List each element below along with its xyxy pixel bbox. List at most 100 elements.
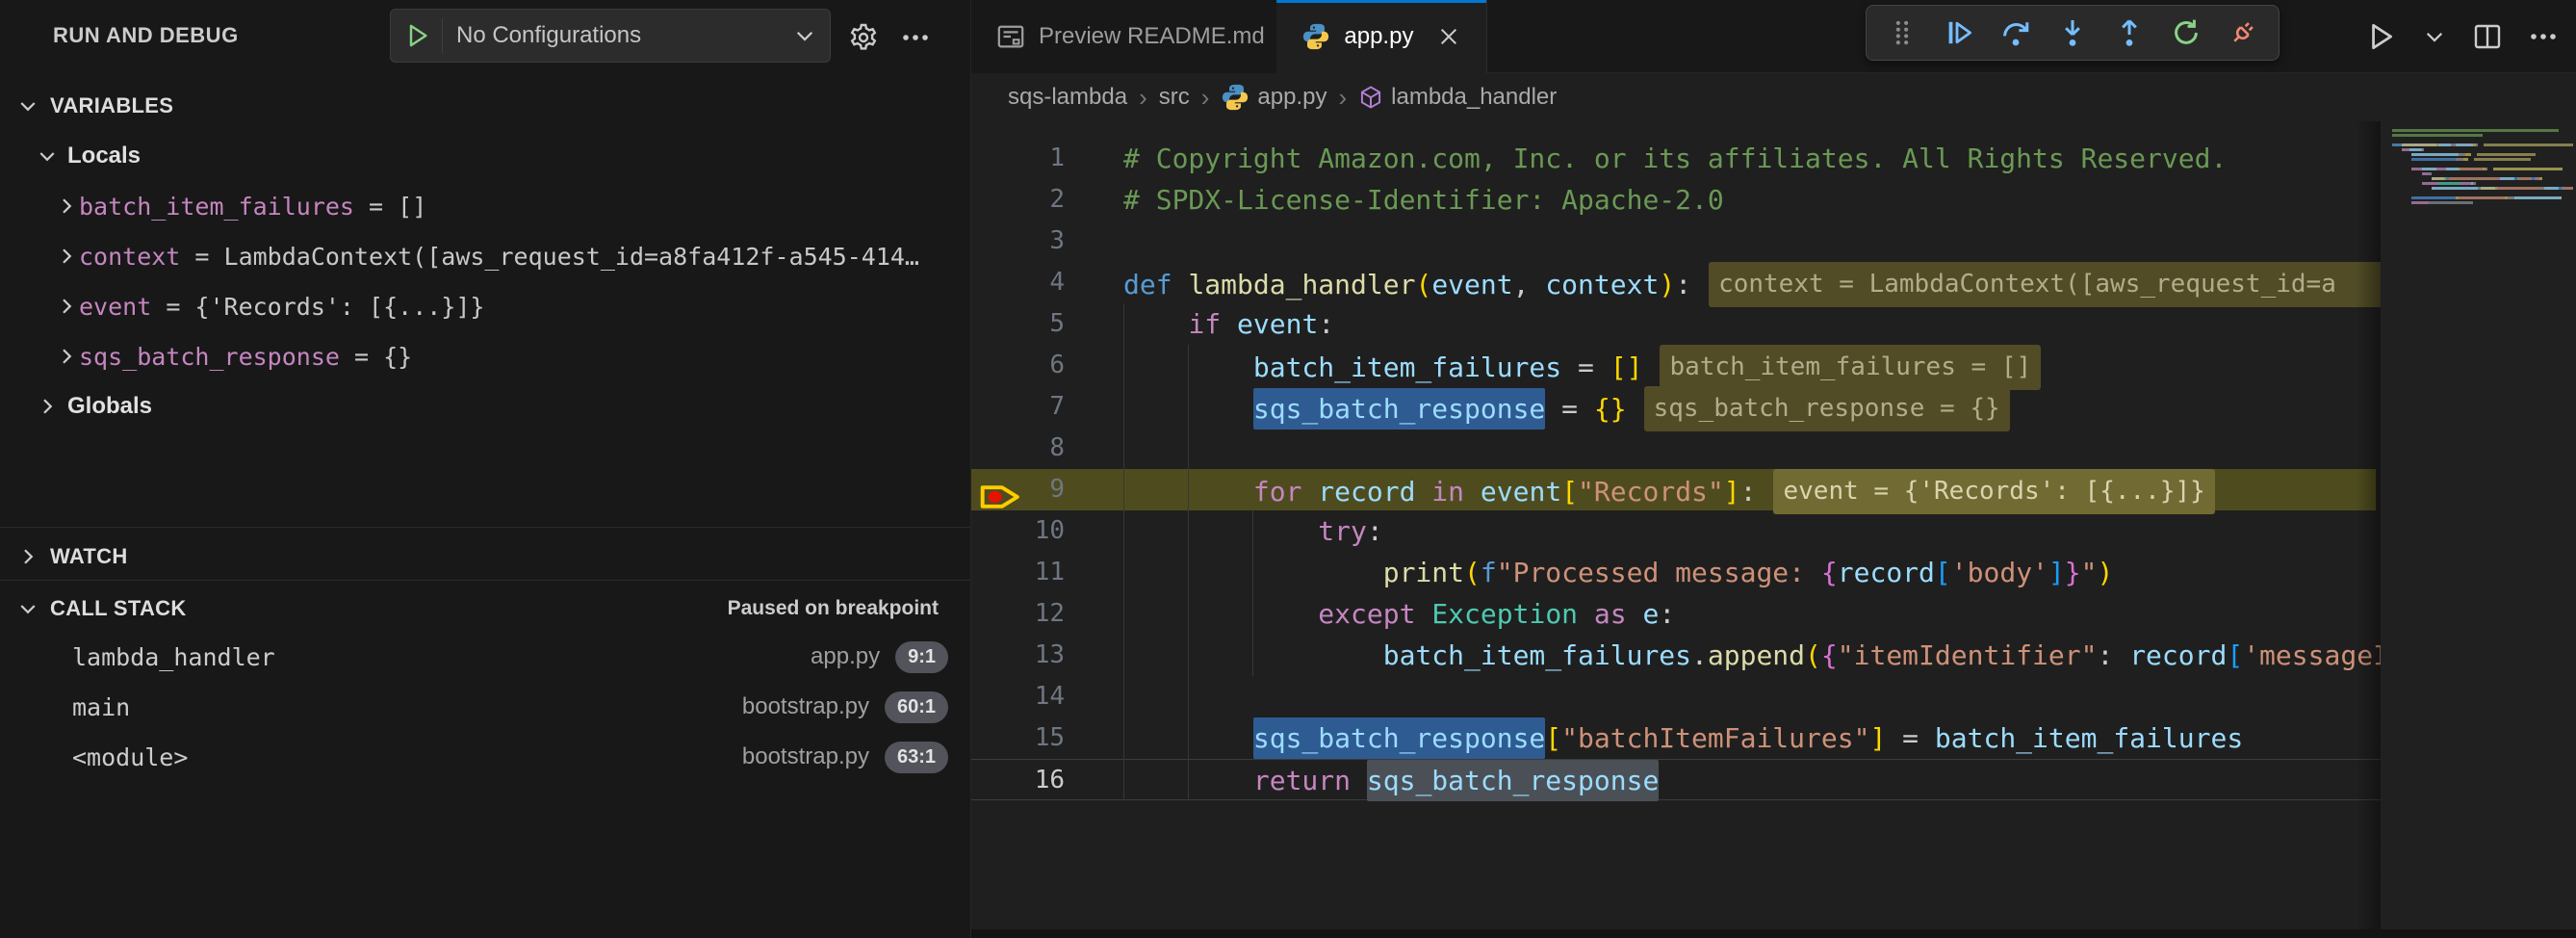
code-line-12[interactable]: 12 except Exception as e: <box>971 593 2576 635</box>
line-number[interactable]: 10 <box>971 510 1065 552</box>
code-token: , <box>1513 264 1546 305</box>
stack-frame-module[interactable]: <module>bootstrap.py63:1 <box>0 732 970 782</box>
code-editor[interactable]: 1# Copyright Amazon.com, Inc. or its aff… <box>971 121 2576 938</box>
stack-frame-lambda_handler[interactable]: lambda_handlerapp.py9:1 <box>0 632 970 682</box>
indent-guide <box>1123 303 1124 800</box>
code-token: ( <box>1805 635 1821 676</box>
variables-scope-globals[interactable]: Globals <box>0 381 970 431</box>
start-debug-icon[interactable] <box>391 18 443 53</box>
line-number[interactable]: 9 <box>971 469 1065 510</box>
code-token: = <box>1561 347 1610 388</box>
close-icon[interactable] <box>1436 24 1461 49</box>
breadcrumb-separator: › <box>1338 83 1347 113</box>
code-line-9[interactable]: 9 for record in event["Records"]:event =… <box>971 469 2576 510</box>
more-actions-icon[interactable] <box>897 19 934 56</box>
step-over-button[interactable] <box>1995 12 2037 54</box>
code-token: f <box>1481 552 1497 593</box>
code-line-2[interactable]: 2# SPDX-License-Identifier: Apache-2.0 <box>971 179 2576 221</box>
code-token: [ <box>1561 471 1578 512</box>
breadcrumb-item-src[interactable]: src <box>1159 84 1190 111</box>
breadcrumb-item-apppy[interactable]: app.py <box>1221 83 1327 112</box>
watch-section-header[interactable]: WATCH <box>0 535 970 578</box>
variable-row-sqs_batch_response[interactable]: sqs_batch_response = {} <box>0 331 970 381</box>
code-token: for <box>1253 471 1318 512</box>
line-number[interactable]: 6 <box>971 345 1065 386</box>
code-line-10[interactable]: 10 try: <box>971 510 2576 552</box>
drag-grip-handle[interactable] <box>1881 12 1923 54</box>
minimap-token <box>2422 182 2439 185</box>
restart-button[interactable] <box>2165 12 2207 54</box>
line-number[interactable]: 11 <box>971 552 1065 593</box>
line-number[interactable]: 3 <box>971 221 1065 262</box>
code-token: ] <box>1724 471 1740 512</box>
code-line-5[interactable]: 5 if event: <box>971 303 2576 345</box>
variable-name: batch_item_failures <box>79 193 354 221</box>
variables-scope-locals[interactable]: Locals <box>0 131 970 181</box>
variable-row-batch_item_failures[interactable]: batch_item_failures = [] <box>0 181 970 231</box>
chevron-collapsed-icon <box>35 395 60 418</box>
code-line-15[interactable]: 15 sqs_batch_response["batchItemFailures… <box>971 717 2576 759</box>
line-number[interactable]: 5 <box>971 303 1065 345</box>
sidebar-toolbar: RUN AND DEBUG No Configurations <box>0 0 970 73</box>
line-number[interactable]: 2 <box>971 179 1065 221</box>
code-line-4[interactable]: 4def lambda_handler(event, context):cont… <box>971 262 2576 303</box>
tab-app.py[interactable]: app.py <box>1276 0 1487 73</box>
line-number[interactable]: 7 <box>971 386 1065 428</box>
chevron-down-button[interactable] <box>2422 24 2447 49</box>
step-out-button[interactable] <box>2108 12 2151 54</box>
stack-frame-main[interactable]: mainbootstrap.py60:1 <box>0 682 970 732</box>
tab-preview-readme.md[interactable]: Preview README.md <box>971 0 1291 73</box>
minimap-line-2 <box>2392 134 2483 137</box>
line-number[interactable]: 8 <box>971 428 1065 469</box>
continue-button[interactable] <box>1938 12 1980 54</box>
more-button[interactable] <box>2528 21 2559 52</box>
run-button[interactable] <box>2364 20 2397 53</box>
variable-row-event[interactable]: event = {'Records': [{...}]} <box>0 281 970 331</box>
line-number[interactable]: 14 <box>971 676 1065 717</box>
line-number[interactable]: 4 <box>971 262 1065 303</box>
disconnect-icon <box>2228 17 2258 48</box>
minimap-token <box>2392 177 2432 180</box>
inline-debug-value: batch_item_failures = [] <box>1660 345 2041 390</box>
debug-config-dropdown[interactable]: No Configurations <box>390 9 831 63</box>
line-number[interactable]: 1 <box>971 138 1065 179</box>
code-line-16[interactable]: 16 return sqs_batch_response <box>971 759 2576 800</box>
minimap-token <box>2514 196 2561 199</box>
split-editor-button[interactable] <box>2472 21 2503 52</box>
line-number[interactable]: 12 <box>971 593 1065 635</box>
minimap-token <box>2429 201 2473 204</box>
breadcrumb-item-sqs-lambda[interactable]: sqs-lambda <box>1008 84 1127 111</box>
minimap-line-9 <box>2392 168 2563 170</box>
code-token: return <box>1253 760 1367 801</box>
code-line-11[interactable]: 11 print(f"Processed message: {record['b… <box>971 552 2576 593</box>
minimap-token <box>2411 201 2429 204</box>
gear-icon[interactable] <box>845 19 882 56</box>
code-line-1[interactable]: 1# Copyright Amazon.com, Inc. or its aff… <box>971 138 2576 179</box>
line-number[interactable]: 16 <box>971 760 1065 801</box>
window-bottom-edge <box>971 929 2576 938</box>
variables-section-header[interactable]: VARIABLES <box>0 85 970 127</box>
step-into-button[interactable] <box>2051 12 2094 54</box>
disconnect-button[interactable] <box>2222 12 2264 54</box>
minimap[interactable] <box>2381 121 2576 938</box>
code-line-8[interactable]: 8 <box>971 428 2576 469</box>
code-line-7[interactable]: 7 sqs_batch_response = {}sqs_batch_respo… <box>971 386 2576 428</box>
minimap-line-10 <box>2392 172 2432 175</box>
code-line-3[interactable]: 3 <box>971 221 2576 262</box>
line-number[interactable]: 13 <box>971 635 1065 676</box>
line-number[interactable]: 15 <box>971 717 1065 759</box>
code-token: context <box>1545 264 1659 305</box>
frame-position-badge: 60:1 <box>885 691 948 723</box>
code-token: except <box>1318 593 1431 635</box>
code-token: = <box>1886 717 1935 759</box>
frame-file: app.py <box>811 643 880 670</box>
code-line-6[interactable]: 6 batch_item_failures = []batch_item_fai… <box>971 345 2576 386</box>
breadcrumb-item-lambda_handler[interactable]: lambda_handler <box>1358 84 1557 111</box>
minimap-token <box>2481 187 2495 190</box>
variable-row-context[interactable]: context = LambdaContext([aws_request_id=… <box>0 231 970 281</box>
code-line-13[interactable]: 13 batch_item_failures.append({"itemIden… <box>971 635 2576 676</box>
minimap-token <box>2411 168 2421 170</box>
call-stack-section-header[interactable]: CALL STACK Paused on breakpoint <box>0 587 970 630</box>
code-line-14[interactable]: 14 <box>971 676 2576 717</box>
code-line-text: return sqs_batch_response <box>1123 760 1659 801</box>
